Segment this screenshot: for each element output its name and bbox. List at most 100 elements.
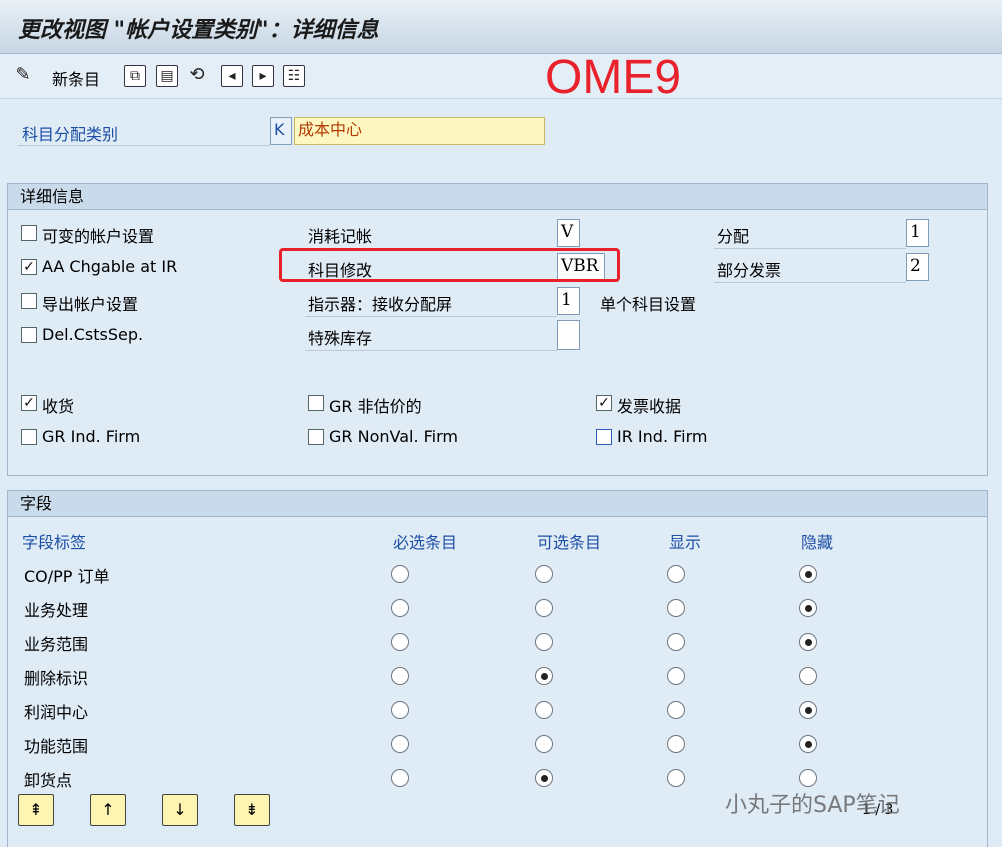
first-page-button[interactable]: ⇞ xyxy=(18,794,54,826)
checkbox-label: Del.CstsSep. xyxy=(42,325,144,344)
checkbox-label: 可变的帐户设置 xyxy=(42,227,155,246)
checkbox-label: IR Ind. Firm xyxy=(617,427,708,446)
checkbox-label: AA Chgable at IR xyxy=(42,257,178,276)
next-page-button[interactable]: ↓ xyxy=(162,794,198,826)
checkbox-label: GR Ind. Firm xyxy=(42,427,141,446)
acct-cat-label: 科目分配类别 xyxy=(22,125,119,144)
checkbox-label: GR NonVal. Firm xyxy=(329,427,458,446)
col-header-required: 必选条目 xyxy=(393,533,458,552)
checkbox-label: GR 非估价的 xyxy=(329,397,422,416)
field-row-label: 功能范围 xyxy=(24,737,89,756)
radio-display[interactable] xyxy=(667,599,685,617)
checkbox-gr-nonval[interactable] xyxy=(308,395,324,411)
receive-assign-field[interactable]: 1 xyxy=(557,287,580,315)
last-page-button[interactable]: ⇟ xyxy=(234,794,270,826)
consumption-posting-label: 消耗记帐 xyxy=(308,227,373,246)
radio-required[interactable] xyxy=(391,565,409,583)
field-row-label: 业务处理 xyxy=(24,601,89,620)
edit-icon[interactable]: ✎ xyxy=(12,65,34,87)
divider xyxy=(714,248,906,249)
checkbox-gr-nonval-firm[interactable] xyxy=(308,429,324,445)
col-header-optional: 可选条目 xyxy=(537,533,602,552)
distribution-field[interactable]: 1 xyxy=(906,219,929,247)
checkbox-variable-acct[interactable] xyxy=(21,225,37,241)
radio-display[interactable] xyxy=(667,701,685,719)
radio-required[interactable] xyxy=(391,667,409,685)
col-header-hidden: 隐藏 xyxy=(801,533,834,552)
application-toolbar: ✎ 新条目 ⧉ ▤ ⟲ ◂ ▸ ☷ xyxy=(0,55,1002,99)
checkbox-goods-receipt[interactable]: ✓ xyxy=(21,395,37,411)
radio-required[interactable] xyxy=(391,599,409,617)
radio-display[interactable] xyxy=(667,735,685,753)
checkbox-label: 导出帐户设置 xyxy=(42,295,139,314)
copy-icon[interactable]: ⧉ xyxy=(124,65,146,87)
consumption-posting-field[interactable]: V xyxy=(557,219,580,247)
delete-icon[interactable]: ▤ xyxy=(156,65,178,87)
radio-display[interactable] xyxy=(667,667,685,685)
select-icon[interactable]: ☷ xyxy=(283,65,305,87)
radio-optional[interactable] xyxy=(535,667,553,685)
prev-page-button[interactable]: ↑ xyxy=(90,794,126,826)
receive-assign-desc: 单个科目设置 xyxy=(600,295,697,314)
checkbox-aa-chgable[interactable]: ✓ xyxy=(21,259,37,275)
radio-hidden[interactable] xyxy=(799,701,817,719)
radio-optional[interactable] xyxy=(535,565,553,583)
radio-hidden[interactable] xyxy=(799,633,817,651)
distribution-label: 分配 xyxy=(717,227,750,246)
field-row-label: 删除标识 xyxy=(24,669,89,688)
radio-display[interactable] xyxy=(667,633,685,651)
radio-display[interactable] xyxy=(667,769,685,787)
checkbox-gr-ind-firm[interactable] xyxy=(21,429,37,445)
radio-required[interactable] xyxy=(391,769,409,787)
radio-optional[interactable] xyxy=(535,633,553,651)
divider xyxy=(18,145,270,146)
divider xyxy=(305,316,557,317)
field-row-label: 利润中心 xyxy=(24,703,89,722)
receive-assign-label: 指示器：接收分配屏 xyxy=(308,295,453,314)
radio-hidden[interactable] xyxy=(799,735,817,753)
acct-cat-text-field: 成本中心 xyxy=(294,117,545,145)
radio-hidden[interactable] xyxy=(799,599,817,617)
special-stock-label: 特殊库存 xyxy=(308,329,373,348)
radio-hidden[interactable] xyxy=(799,769,817,787)
radio-optional[interactable] xyxy=(535,701,553,719)
tcode-annotation: OME9 xyxy=(545,51,682,104)
radio-display[interactable] xyxy=(667,565,685,583)
checkbox-label: 发票收据 xyxy=(617,397,682,416)
details-group: 详细信息 xyxy=(7,183,988,476)
col-header-display: 显示 xyxy=(669,533,702,552)
radio-optional[interactable] xyxy=(535,769,553,787)
field-row-label: 业务范围 xyxy=(24,635,89,654)
checkbox-label: 收货 xyxy=(42,397,75,416)
window-title: 更改视图 "帐户设置类别"：详细信息 xyxy=(18,17,379,43)
special-stock-field[interactable] xyxy=(557,320,580,350)
divider xyxy=(305,350,557,351)
radio-required[interactable] xyxy=(391,633,409,651)
checkbox-derive-acct[interactable] xyxy=(21,293,37,309)
watermark: 小丸子的SAP笔记 xyxy=(725,793,900,818)
divider xyxy=(714,282,906,283)
window-titlebar: 更改视图 "帐户设置类别"：详细信息 xyxy=(0,0,1002,54)
details-group-title: 详细信息 xyxy=(8,184,987,210)
new-entries-button[interactable]: 新条目 xyxy=(52,66,100,90)
partial-invoice-label: 部分发票 xyxy=(717,261,782,280)
checkbox-del-csts[interactable] xyxy=(21,327,37,343)
field-row-label: 卸货点 xyxy=(24,771,73,790)
radio-hidden[interactable] xyxy=(799,565,817,583)
partial-invoice-field[interactable]: 2 xyxy=(906,253,929,281)
acct-cat-code-field[interactable]: K xyxy=(270,117,292,145)
prev-icon[interactable]: ◂ xyxy=(221,65,243,87)
radio-optional[interactable] xyxy=(535,599,553,617)
highlight-box xyxy=(279,248,620,282)
radio-hidden[interactable] xyxy=(799,667,817,685)
fields-group-title: 字段 xyxy=(8,491,987,517)
radio-required[interactable] xyxy=(391,701,409,719)
radio-required[interactable] xyxy=(391,735,409,753)
radio-optional[interactable] xyxy=(535,735,553,753)
checkbox-invoice-receipt[interactable]: ✓ xyxy=(596,395,612,411)
col-header-field-label: 字段标签 xyxy=(22,533,87,552)
field-row-label: CO/PP 订单 xyxy=(24,567,110,586)
next-icon[interactable]: ▸ xyxy=(252,65,274,87)
checkbox-ir-ind-firm[interactable] xyxy=(596,429,612,445)
undo-icon[interactable]: ⟲ xyxy=(186,65,208,87)
